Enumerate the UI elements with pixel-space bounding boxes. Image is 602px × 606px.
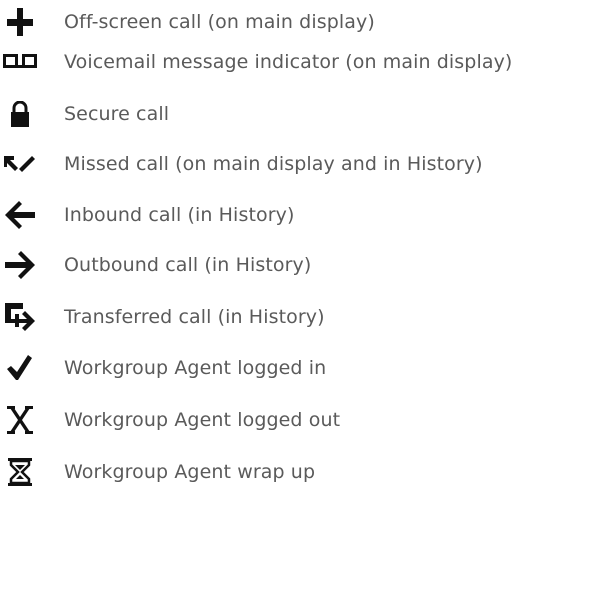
legend-item-agent-wrap-up: Workgroup Agent wrap up	[0, 452, 602, 492]
legend-label: Missed call (on main display and in Hist…	[64, 153, 483, 175]
outbound-arrow-icon	[0, 245, 40, 285]
legend-label: Outbound call (in History)	[64, 254, 312, 276]
legend-item-secure-call: Secure call	[0, 94, 602, 134]
legend-label: Voicemail message indicator (on main dis…	[64, 51, 513, 73]
legend-item-off-screen-call: Off-screen call (on main display)	[0, 2, 602, 42]
legend-item-outbound-call: Outbound call (in History)	[0, 245, 602, 285]
legend-item-inbound-call: Inbound call (in History)	[0, 195, 602, 235]
legend-item-agent-logged-in: Workgroup Agent logged in	[0, 348, 602, 388]
lock-icon	[0, 94, 40, 134]
x-icon	[0, 400, 40, 440]
legend-label: Transferred call (in History)	[64, 306, 325, 328]
voicemail-icon	[0, 42, 40, 82]
missed-call-icon	[0, 144, 40, 184]
legend-label: Inbound call (in History)	[64, 204, 295, 226]
legend-label: Workgroup Agent wrap up	[64, 461, 316, 483]
inbound-arrow-icon	[0, 195, 40, 235]
off-screen-call-icon	[0, 2, 40, 42]
legend-label: Workgroup Agent logged out	[64, 409, 341, 431]
legend-label: Off-screen call (on main display)	[64, 11, 375, 33]
legend-label: Workgroup Agent logged in	[64, 357, 327, 379]
legend-item-transferred-call: Transferred call (in History)	[0, 297, 602, 337]
legend-label: Secure call	[64, 103, 170, 125]
legend-item-voicemail: Voicemail message indicator (on main dis…	[0, 42, 602, 82]
legend-item-agent-logged-out: Workgroup Agent logged out	[0, 400, 602, 440]
legend-item-missed-call: Missed call (on main display and in Hist…	[0, 144, 602, 184]
transfer-icon	[0, 297, 40, 337]
hourglass-icon	[0, 452, 40, 492]
checkmark-icon	[0, 348, 40, 388]
